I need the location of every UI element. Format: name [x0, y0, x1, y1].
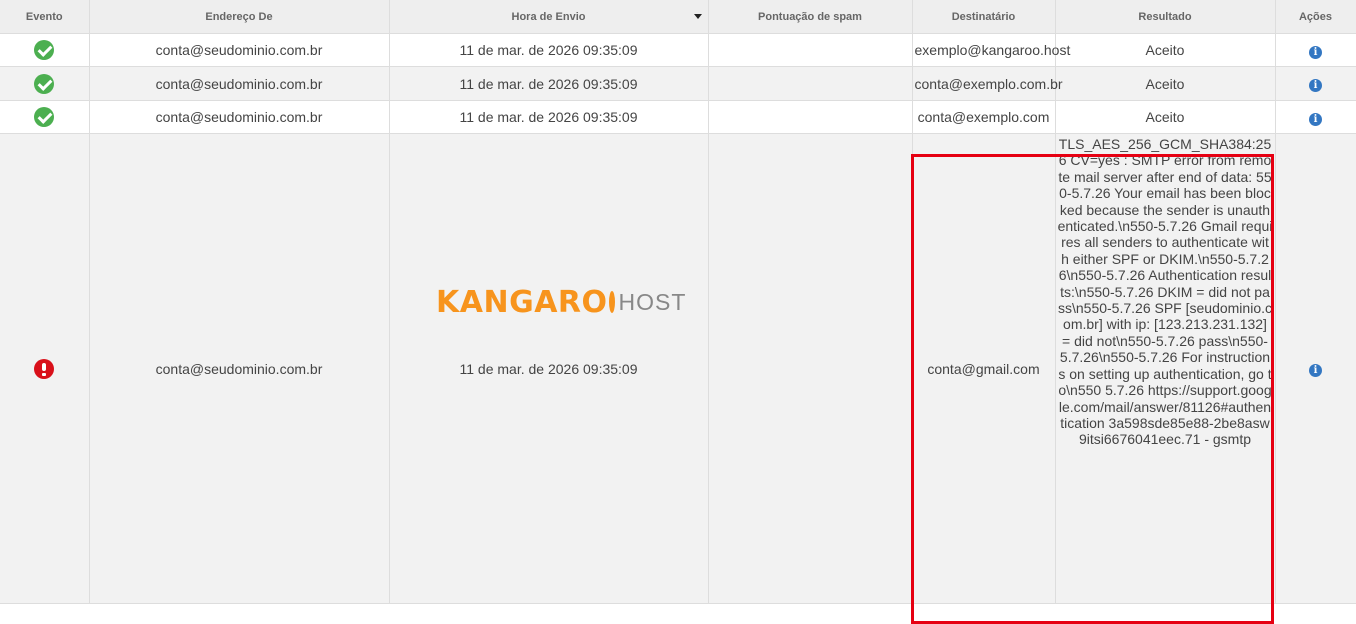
column-header-hora-envio[interactable]: Hora de Envio	[389, 0, 709, 34]
info-icon[interactable]: i	[1309, 112, 1322, 126]
table-header-row: Evento Endereço De Hora de Envio Pontuaç…	[0, 0, 1356, 34]
actions-cell: i	[1275, 66, 1356, 101]
result-cell: Aceito	[1055, 100, 1276, 134]
table-row: conta@seudominio.com.br 11 de mar. de 20…	[0, 66, 1356, 101]
event-cell	[0, 100, 90, 134]
table-row: conta@seudominio.com.br 11 de mar. de 20…	[0, 100, 1356, 134]
event-cell	[0, 66, 90, 101]
sent-time-cell: 11 de mar. de 2026 09:35:09	[389, 66, 709, 101]
smtp-error-message: TLS_AES_256_GCM_SHA384:256 CV=yes : SMTP…	[1057, 136, 1273, 448]
check-circle-icon	[34, 107, 55, 127]
result-cell: Aceito	[1055, 33, 1276, 67]
recipient-cell: conta@exemplo.com	[912, 100, 1056, 134]
actions-cell: i	[1275, 33, 1356, 67]
table-row: conta@seudominio.com.br 11 de mar. de 20…	[0, 133, 1356, 604]
actions-cell: i	[1275, 100, 1356, 134]
column-header-destinatario[interactable]: Destinatário	[912, 0, 1056, 34]
spam-score-cell	[708, 33, 913, 67]
info-icon[interactable]: i	[1309, 364, 1322, 377]
recipient-cell: exemplo@kangaroo.host	[912, 33, 1070, 67]
table-row: conta@seudominio.com.br 11 de mar. de 20…	[0, 33, 1356, 67]
logo-text-primary: KANGARO	[436, 284, 608, 320]
recipient-cell: conta@exemplo.com.br	[912, 66, 1063, 101]
column-header-pontuacao-spam[interactable]: Pontuação de spam	[708, 0, 913, 34]
event-cell	[0, 133, 90, 604]
sent-time-cell: 11 de mar. de 2026 09:35:09	[389, 133, 709, 604]
from-cell: conta@seudominio.com.br	[89, 133, 390, 604]
actions-cell: i	[1275, 133, 1356, 604]
from-cell: conta@seudominio.com.br	[89, 100, 390, 134]
column-header-endereco-de[interactable]: Endereço De	[89, 0, 390, 34]
info-icon[interactable]: i	[1309, 45, 1322, 59]
result-cell: Aceito	[1055, 66, 1276, 101]
column-header-acoes: Ações	[1275, 0, 1356, 34]
recipient-cell: conta@gmail.com	[912, 133, 1056, 604]
column-header-evento[interactable]: Evento	[0, 0, 90, 34]
column-header-resultado[interactable]: Resultado	[1055, 0, 1276, 34]
logo-text-secondary: HOST	[618, 288, 687, 315]
spam-score-cell	[708, 133, 913, 604]
kangaroo-icon	[608, 291, 615, 313]
spam-score-cell	[708, 100, 913, 134]
error-circle-icon	[34, 358, 55, 379]
check-circle-icon	[34, 40, 55, 60]
from-cell: conta@seudominio.com.br	[89, 66, 390, 101]
result-cell: TLS_AES_256_GCM_SHA384:256 CV=yes : SMTP…	[1055, 133, 1276, 604]
event-cell	[0, 33, 90, 67]
sort-descending-icon[interactable]	[693, 14, 702, 19]
spam-score-cell	[708, 66, 913, 101]
sent-time-cell: 11 de mar. de 2026 09:35:09	[389, 100, 709, 134]
info-icon[interactable]: i	[1309, 79, 1322, 92]
sent-time-cell: 11 de mar. de 2026 09:35:09	[389, 33, 709, 67]
from-cell: conta@seudominio.com.br	[89, 33, 390, 67]
column-header-hora-envio-label: Hora de Envio	[511, 10, 586, 23]
check-circle-icon	[34, 73, 55, 94]
kangaroo-host-watermark-logo: KANGARO HOST	[436, 282, 685, 322]
